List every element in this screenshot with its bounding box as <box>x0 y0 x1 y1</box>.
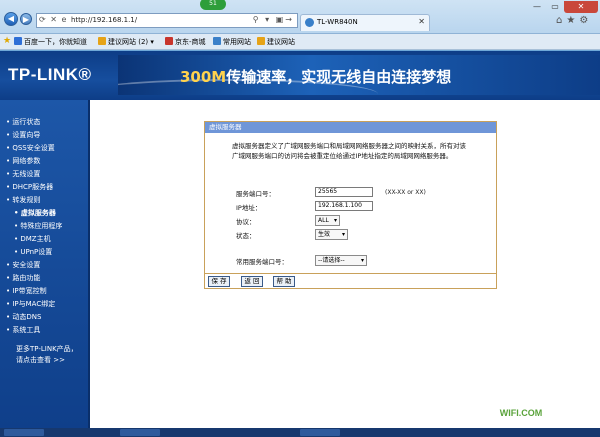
help-button[interactable]: 帮 助 <box>273 276 295 287</box>
fav-jd[interactable]: 京东-商城 <box>165 37 206 47</box>
taskbar-item[interactable] <box>300 429 340 436</box>
status-value: 生效 <box>318 231 331 238</box>
tplink-logo: TP-LINK® <box>8 65 92 84</box>
close-window-button[interactable]: ✕ <box>564 1 598 13</box>
service-port-input[interactable]: 25565 <box>315 187 373 197</box>
fav-label: 百度一下，你就知道 <box>24 38 87 46</box>
back-form-button[interactable]: 返 回 <box>241 276 263 287</box>
fav-common[interactable]: 常用网站 <box>213 37 251 47</box>
sidebar-item-wizard[interactable]: • 设置向导 <box>6 129 62 142</box>
minimize-button[interactable]: — <box>528 1 546 13</box>
service-port-hint: (XX-XX or XX) <box>385 189 426 196</box>
sidebar-menu: • 运行状态 • 设置向导 • QSS安全设置 • 网络参数 • 无线设置 • … <box>6 116 62 337</box>
fav-baidu[interactable]: 百度一下，你就知道 <box>14 37 87 47</box>
taskbar-item[interactable] <box>4 429 44 436</box>
sidebar-item-qss[interactable]: • QSS安全设置 <box>6 142 62 155</box>
common-port-select[interactable]: --请选择-- ▾ <box>315 255 367 266</box>
save-button[interactable]: 保 存 <box>208 276 230 287</box>
tab-close-icon[interactable]: ✕ <box>418 17 425 26</box>
sidebar-item-upnp[interactable]: • UPnP设置 <box>6 246 62 259</box>
chevron-down-icon: ▾ <box>341 231 345 238</box>
favorites-star-icon[interactable]: ★ <box>3 36 11 46</box>
tab-router[interactable]: TL-WR840N ✕ <box>300 14 430 31</box>
status-label: 状态： <box>236 232 256 240</box>
ip-address-label: IP地址： <box>236 204 262 212</box>
header-banner: 300M传输速率，实现无线自由连接梦想 <box>118 55 600 95</box>
chevron-down-icon: ▾ <box>360 257 364 264</box>
button-bar: 保 存 返 回 帮 助 <box>205 273 496 288</box>
fav-label: 建议网站 <box>267 38 295 46</box>
main-content: 虚拟服务器 虚拟服务器定义了广域网服务端口和局域网网络服务器之间的映射关系，所有… <box>92 100 600 428</box>
sidebar-item-network[interactable]: • 网络参数 <box>6 155 62 168</box>
sidebar-item-virtual-server[interactable]: • 虚拟服务器 <box>6 207 62 220</box>
sidebar-item-bandwidth[interactable]: • IP带宽控制 <box>6 285 62 298</box>
sidebar-item-special-app[interactable]: • 特殊应用程序 <box>6 220 62 233</box>
browser-titlebar: 51 ◀ ▶ ⟳ ✕ e http://192.168.1.1/ ⚲ ▾ ▣→ … <box>0 0 600 34</box>
protocol-select[interactable]: ALL ▾ <box>315 215 340 226</box>
address-bar[interactable]: ⟳ ✕ e http://192.168.1.1/ ⚲ ▾ ▣→ <box>36 13 298 28</box>
fav-label: 京东-商城 <box>175 38 206 46</box>
page-header: TP-LINK® 300M传输速率，实现无线自由连接梦想 <box>0 51 600 100</box>
forward-button[interactable]: ▶ <box>20 13 32 25</box>
ie-icon <box>305 18 314 27</box>
more-line-2: 请点击查看 >> <box>16 356 65 364</box>
banner-highlight: 300M <box>180 68 227 86</box>
page-icon <box>14 37 22 45</box>
taskbar-item[interactable] <box>120 429 160 436</box>
banner-text: 传输速率，实现无线自由连接梦想 <box>226 68 452 86</box>
chevron-down-icon: ▾ <box>333 217 337 224</box>
sidebar-item-security[interactable]: • 安全设置 <box>6 259 62 272</box>
protocol-value: ALL <box>318 217 329 224</box>
sidebar-item-ddns[interactable]: • 动态DNS <box>6 311 62 324</box>
common-port-value: --请选择-- <box>318 257 345 264</box>
home-star-gear-icons[interactable]: ⌂★⚙ <box>556 15 592 26</box>
more-line-1: 更多TP-LINK产品， <box>16 345 78 353</box>
search-icon[interactable]: ⚲ ▾ ▣→ <box>253 15 294 24</box>
notification-badge: 51 <box>200 0 226 10</box>
sidebar-item-dhcp[interactable]: • DHCP服务器 <box>6 181 62 194</box>
tab-title: TL-WR840N <box>317 18 358 26</box>
fav-label: 建议网站 (2) ▾ <box>108 38 154 46</box>
sidebar-item-ip-mac[interactable]: • IP与MAC绑定 <box>6 298 62 311</box>
ip-address-input[interactable]: 192.168.1.100 <box>315 201 373 211</box>
favorites-bar: ★ 百度一下，你就知道 建议网站 (2) ▾ 京东-商城 常用网站 建议网站 <box>0 34 600 50</box>
sidebar: • 运行状态 • 设置向导 • QSS安全设置 • 网络参数 • 无线设置 • … <box>0 100 90 428</box>
sidebar-item-wireless[interactable]: • 无线设置 <box>6 168 62 181</box>
fav-suggested[interactable]: 建议网站 (2) ▾ <box>98 37 154 47</box>
more-products-link[interactable]: 更多TP-LINK产品， 请点击查看 >> <box>16 344 78 366</box>
status-select[interactable]: 生效 ▾ <box>315 229 348 240</box>
page-icon <box>257 37 265 45</box>
taskbar <box>0 428 600 437</box>
protocol-label: 协议： <box>236 218 256 226</box>
panel-description: 虚拟服务器定义了广域网服务端口和局域网网络服务器之间的映射关系，所有对该广域网服… <box>232 142 466 160</box>
site-watermark: WIFI.COM <box>490 402 552 424</box>
sidebar-item-routing[interactable]: • 路由功能 <box>6 272 62 285</box>
sidebar-item-status[interactable]: • 运行状态 <box>6 116 62 129</box>
compat-refresh-icons: ⟳ ✕ e <box>39 15 68 24</box>
page-icon <box>213 37 221 45</box>
panel-title: 虚拟服务器 <box>205 122 496 133</box>
sidebar-item-system-tools[interactable]: • 系统工具 <box>6 324 62 337</box>
common-port-label: 常用服务端口号： <box>236 258 288 266</box>
sidebar-item-forwarding[interactable]: • 转发规则 <box>6 194 62 207</box>
fav-label: 常用网站 <box>223 38 251 46</box>
page-icon <box>165 37 173 45</box>
fav-suggested-2[interactable]: 建议网站 <box>257 37 295 47</box>
maximize-button[interactable]: ▭ <box>546 1 564 13</box>
banner-slogan: 300M传输速率，实现无线自由连接梦想 <box>180 66 451 87</box>
page-icon <box>98 37 106 45</box>
router-page: TP-LINK® 300M传输速率，实现无线自由连接梦想 • 运行状态 • 设置… <box>0 51 600 428</box>
sidebar-item-dmz[interactable]: • DMZ主机 <box>6 233 62 246</box>
address-url: http://192.168.1.1/ <box>71 16 138 24</box>
virtual-server-panel: 虚拟服务器 虚拟服务器定义了广域网服务端口和局域网网络服务器之间的映射关系，所有… <box>204 121 497 289</box>
service-port-label: 服务端口号： <box>236 190 275 198</box>
back-button[interactable]: ◀ <box>4 12 18 26</box>
